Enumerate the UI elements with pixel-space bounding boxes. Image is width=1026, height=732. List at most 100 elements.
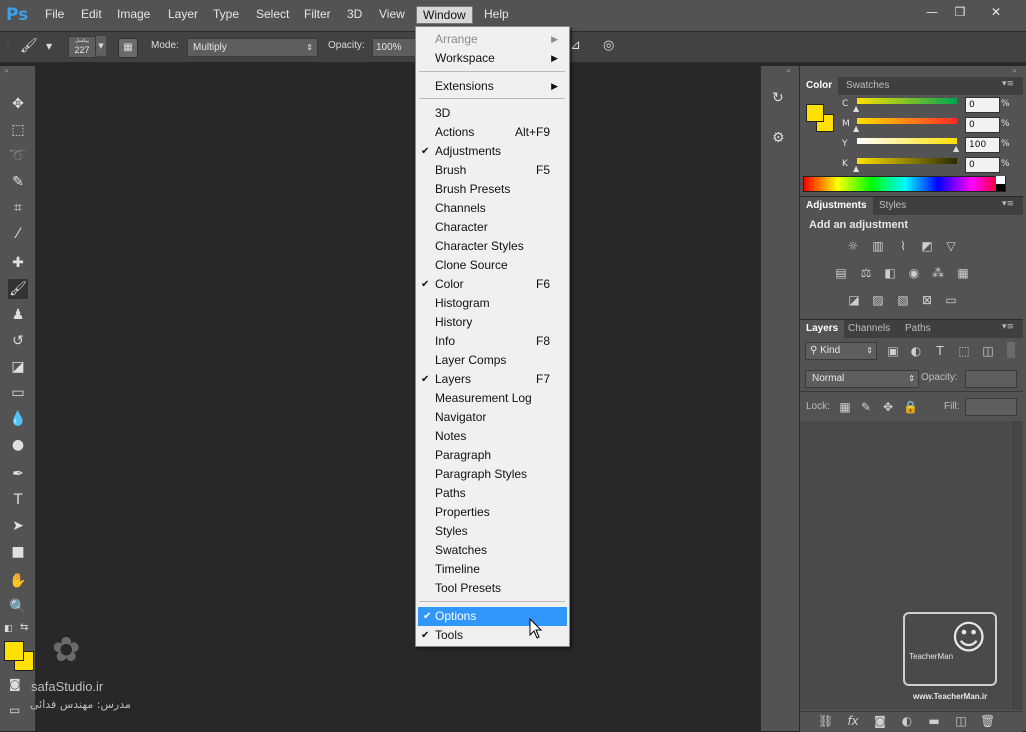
lock-image-icon[interactable]: ✎ (859, 400, 873, 414)
healing-brush-tool-icon[interactable]: ✚ (8, 253, 28, 273)
menu-item-options[interactable]: ✔ Options (418, 607, 567, 626)
photo-filter-icon[interactable]: ◉ (907, 266, 921, 280)
menu-item-history[interactable]: History (416, 313, 566, 332)
panel-menu-icon[interactable]: ▾≡ (1002, 322, 1014, 332)
brush-preset-icon[interactable]: 🖌 (20, 38, 42, 56)
properties-panel-icon[interactable]: ⚙ (772, 130, 785, 146)
layers-scrollbar[interactable] (1011, 421, 1023, 710)
canvas-area[interactable] (36, 63, 760, 731)
slider-thumb-icon[interactable]: ▲ (853, 164, 859, 173)
brush-panel-toggle-icon[interactable]: ▦ (118, 38, 138, 58)
eyedropper-tool-icon[interactable]: ⁄ (8, 224, 28, 244)
menu-edit[interactable]: Edit (81, 7, 102, 21)
vibrance-icon[interactable]: ▽ (944, 239, 958, 253)
blend-mode-select[interactable]: Normal ⇕ (805, 370, 919, 388)
delete-layer-icon[interactable]: 🗑 (980, 714, 995, 728)
menu-item-navigator[interactable]: Navigator (416, 408, 566, 427)
brush-tool-icon[interactable]: 🖌 (8, 279, 28, 299)
menu-item-tool-presets[interactable]: Tool Presets (416, 579, 566, 598)
mode-select[interactable]: Multiply ⇕ (187, 38, 318, 57)
tab-paths[interactable]: Paths (899, 320, 937, 338)
tab-styles[interactable]: Styles (873, 197, 912, 215)
blur-tool-icon[interactable]: 💧 (8, 409, 28, 429)
curves-icon[interactable]: ⌇ (896, 239, 910, 253)
lock-position-icon[interactable]: ✥ (881, 400, 895, 414)
menu-filter[interactable]: Filter (304, 7, 331, 21)
color-lookup-icon[interactable]: ▦ (956, 266, 970, 280)
selective-color-icon[interactable]: ⊠ (920, 293, 934, 307)
menu-item-brush[interactable]: Brush F5 (416, 161, 566, 180)
tab-adjustments[interactable]: Adjustments (800, 197, 873, 215)
slider-thumb-icon[interactable]: ▲ (953, 144, 959, 153)
menu-item-channels[interactable]: Channels (416, 199, 566, 218)
filter-pixel-icon[interactable]: ▣ (886, 344, 900, 358)
lasso-tool-icon[interactable]: ➰ (8, 146, 28, 166)
history-panel-icon[interactable]: ↻ (772, 90, 784, 106)
opacity-input[interactable]: 100% (372, 38, 417, 57)
hue-saturation-icon[interactable]: ▤ (834, 266, 848, 280)
menu-type[interactable]: Type (213, 7, 239, 21)
crop-tool-icon[interactable]: ⌗ (8, 198, 28, 218)
menu-item-brush-presets[interactable]: Brush Presets (416, 180, 566, 199)
gradient-map-icon[interactable]: ▭ (944, 293, 958, 307)
exposure-icon[interactable]: ◩ (920, 239, 934, 253)
hand-tool-icon[interactable]: ✋ (8, 571, 28, 591)
menu-item-measurement-log[interactable]: Measurement Log (416, 389, 566, 408)
collapse-arrows-icon[interactable]: « (786, 66, 791, 75)
black-slider[interactable] (857, 158, 957, 164)
menu-help[interactable]: Help (484, 7, 509, 21)
menu-item-clone-source[interactable]: Clone Source (416, 256, 566, 275)
slider-thumb-icon[interactable]: ▲ (853, 104, 859, 113)
marquee-tool-icon[interactable]: ⬚ (8, 120, 28, 140)
collapse-arrows-icon[interactable]: » (1012, 66, 1017, 75)
eraser-tool-icon[interactable]: ◪ (8, 357, 28, 377)
swap-colors-icon[interactable]: ⇆ (20, 622, 28, 633)
filter-adjustment-icon[interactable]: ◐ (909, 344, 923, 358)
menu-item-layers[interactable]: ✔ Layers F7 (416, 370, 566, 389)
new-group-icon[interactable]: ▬ (927, 714, 941, 728)
tab-channels[interactable]: Channels (842, 320, 896, 338)
menu-item-histogram[interactable]: Histogram (416, 294, 566, 313)
menu-item-tools[interactable]: ✔ Tools (416, 626, 566, 645)
menu-item-swatches[interactable]: Swatches (416, 541, 566, 560)
gradient-tool-icon[interactable]: ▭ (8, 383, 28, 403)
add-mask-icon[interactable]: ◙ (873, 714, 887, 728)
yellow-slider[interactable] (857, 138, 957, 144)
type-tool-icon[interactable]: T (8, 490, 28, 510)
chevron-down-icon[interactable]: ▼ (96, 36, 106, 56)
menu-item-actions[interactable]: Actions Alt+F9 (416, 123, 566, 142)
filter-toggle-switch[interactable] (1007, 342, 1015, 358)
white-swatch[interactable] (996, 176, 1005, 184)
menu-item-paragraph[interactable]: Paragraph (416, 446, 566, 465)
cyan-value[interactable]: 0 (965, 97, 1000, 113)
layer-opacity-input[interactable] (965, 370, 1017, 388)
black-white-icon[interactable]: ◧ (883, 266, 897, 280)
new-adjustment-layer-icon[interactable]: ◐ (900, 714, 914, 728)
brightness-contrast-icon[interactable]: ☼ (846, 239, 860, 253)
lock-all-icon[interactable]: 🔒 (903, 400, 918, 414)
tab-color[interactable]: Color (800, 77, 839, 95)
filter-smart-object-icon[interactable]: ◫ (981, 344, 995, 358)
filter-type-icon[interactable]: T (933, 344, 947, 358)
rectangle-tool-icon[interactable]: ■ (8, 542, 28, 562)
default-colors-icon[interactable]: ◧ (4, 624, 13, 634)
color-panel-fg-swatch[interactable] (806, 104, 824, 122)
chevron-down-icon[interactable]: ▼ (46, 42, 52, 51)
menu-3d[interactable]: 3D (347, 7, 362, 21)
panel-menu-icon[interactable]: ▾≡ (1002, 199, 1014, 209)
quick-select-tool-icon[interactable]: ✎ (8, 172, 28, 192)
menu-window[interactable]: Window (416, 6, 473, 24)
pen-tool-icon[interactable]: ✒ (8, 464, 28, 484)
yellow-value[interactable]: 100 (965, 137, 1000, 153)
menu-item-extensions[interactable]: Extensions ▶ (416, 77, 566, 96)
menu-item-properties[interactable]: Properties (416, 503, 566, 522)
move-tool-icon[interactable]: ✥ (8, 94, 28, 114)
menu-item-character-styles[interactable]: Character Styles (416, 237, 566, 256)
menu-item-timeline[interactable]: Timeline (416, 560, 566, 579)
airbrush-icon[interactable]: ⊿ (570, 38, 581, 53)
tab-layers[interactable]: Layers (800, 320, 845, 338)
slider-thumb-icon[interactable]: ▲ (853, 124, 859, 133)
color-balance-icon[interactable]: ⚖ (859, 266, 873, 280)
screen-mode-icon[interactable]: ▭ (9, 703, 20, 717)
filter-shape-icon[interactable]: ⬚ (957, 344, 971, 358)
